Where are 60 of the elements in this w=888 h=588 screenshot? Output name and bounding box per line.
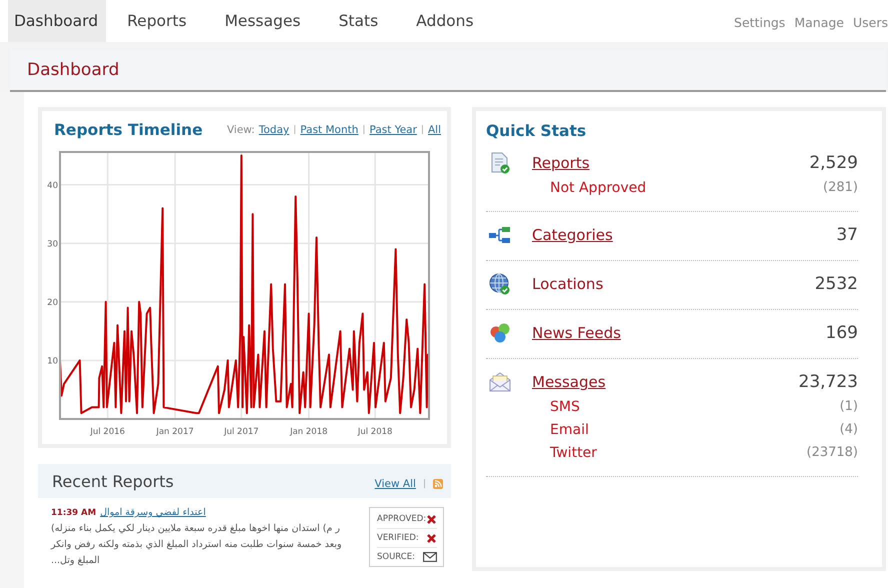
stat-label: Locations: [532, 275, 604, 293]
separator: |: [422, 479, 426, 489]
sub-stat-value: (4): [840, 422, 858, 437]
sub-stat-value: (1): [840, 399, 858, 414]
page-title: Dashboard: [27, 60, 120, 80]
axis-label: Jan 2018: [290, 427, 328, 437]
view-link[interactable]: All: [428, 124, 441, 136]
stat-value: 169: [826, 323, 858, 343]
status-label: SOURCE:: [377, 552, 415, 562]
stat-link[interactable]: News Feeds: [532, 324, 826, 342]
axis-label: Jul 2016: [90, 427, 125, 437]
stat-link[interactable]: Messages: [532, 373, 799, 391]
view-link[interactable]: Past Year: [369, 124, 417, 136]
axis-label: 10: [47, 356, 58, 366]
axis-label: 20: [47, 298, 58, 308]
nav-tab[interactable]: Reports: [110, 0, 204, 42]
nav-link[interactable]: Manage: [794, 15, 844, 30]
nav-tab[interactable]: Addons: [399, 0, 491, 42]
view-all-link[interactable]: View All: [374, 478, 416, 490]
stat-value: 2,529: [809, 153, 858, 173]
sub-stat-link[interactable]: Twitter: [550, 444, 597, 460]
sub-stat-link[interactable]: Not Approved: [550, 180, 646, 196]
panel-title: Recent Reports: [52, 472, 174, 490]
sub-stat-link[interactable]: Email: [550, 422, 589, 438]
stat-link[interactable]: Reports: [532, 154, 810, 172]
axis-label: Jan 2017: [156, 427, 194, 437]
panel-title: Reports Timeline: [54, 121, 203, 139]
view-label: View:: [226, 124, 255, 136]
stat-value: 2532: [814, 274, 858, 294]
sub-stat-value: (281): [823, 180, 858, 195]
stat-link[interactable]: Categories: [532, 226, 836, 244]
rss-icon: [433, 479, 443, 489]
report-title-link[interactable]: اعتداء لفضي وسرقة اموال: [100, 507, 206, 518]
axis-label: Jul 2017: [224, 427, 259, 437]
axis-label: 40: [47, 180, 58, 191]
nav-link[interactable]: Settings: [734, 15, 786, 30]
separator: |: [293, 125, 296, 135]
nav-tab[interactable]: Stats: [322, 0, 396, 42]
envelope-icon: [488, 372, 512, 392]
nav-link[interactable]: Users: [852, 15, 888, 30]
nav-tab[interactable]: Messages: [208, 0, 318, 42]
status-label: APPROVED:: [377, 514, 426, 524]
report-time: 11:39 AM: [51, 508, 96, 518]
view-link[interactable]: Past Month: [300, 124, 358, 136]
sub-stat-value: (23718): [806, 445, 858, 460]
globe-icon: [488, 273, 512, 295]
stat-value: 23,723: [798, 372, 858, 392]
panel-title: Quick Stats: [486, 122, 586, 140]
view-link[interactable]: Today: [258, 124, 290, 136]
circles-icon: [488, 322, 512, 344]
separator: |: [420, 125, 424, 135]
separator: |: [362, 125, 366, 135]
hierarchy-icon: [488, 226, 512, 244]
status-label: VERIFIED:: [377, 533, 419, 543]
axis-label: Jul 2018: [358, 427, 392, 437]
stat-value: 37: [836, 225, 858, 245]
axis-label: 30: [47, 239, 58, 250]
nav-tab[interactable]: Dashboard: [8, 0, 106, 42]
report-description: ر م) استدان منها اخوها مبلغ قدره سبعة ملايين دينار لكي يكمل بناء منزله) وبعد خمسة سنوات طلبت منه استرداد المبلغ الذي بذمته ولكنه رفض وانكر المبلغ وتل...: [51, 522, 343, 568]
sub-stat-link[interactable]: SMS: [550, 398, 580, 414]
